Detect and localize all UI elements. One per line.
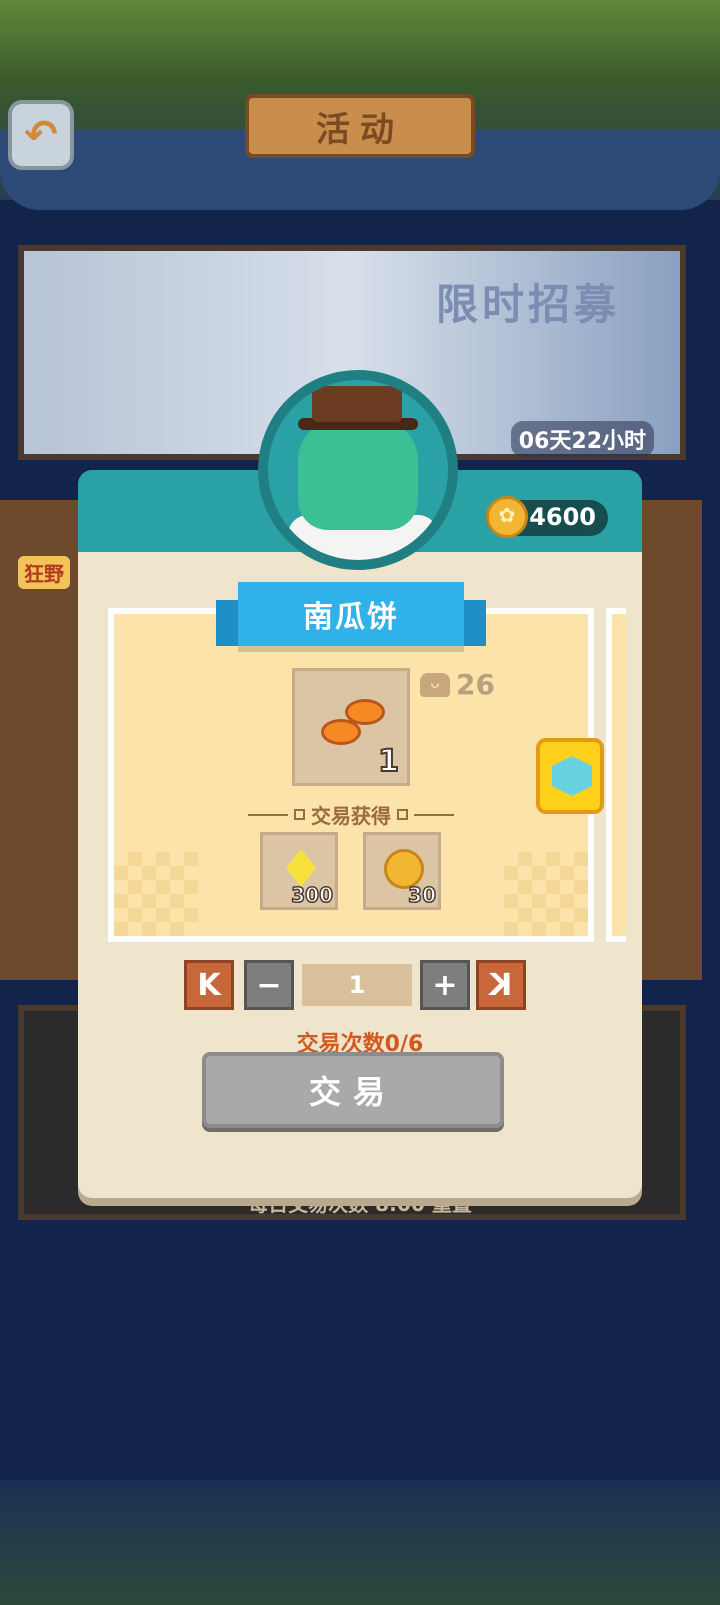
merchant-head: [298, 420, 418, 530]
diamond-icon: [286, 849, 316, 887]
side-tag: 狂野: [18, 556, 70, 589]
gold-coin-icon: [486, 496, 528, 538]
first-button[interactable]: K: [184, 960, 234, 1010]
minus-icon: −: [256, 967, 282, 1003]
skip-last-icon: K: [489, 967, 513, 1003]
item-name-ribbon: 南瓜饼: [216, 582, 486, 650]
stock-indicator: 26: [420, 668, 495, 701]
ground-scenery: [0, 1480, 720, 1605]
divider-square: [294, 809, 305, 820]
next-card-peek: [606, 608, 626, 942]
checker-pattern: [114, 852, 198, 936]
divider: [248, 813, 288, 816]
divider-square: [397, 809, 408, 820]
trade-button-label: 交易: [308, 1073, 397, 1111]
last-button[interactable]: K: [476, 960, 526, 1010]
ribbon-main: 南瓜饼: [238, 582, 464, 646]
banner-title: 限时招募: [435, 280, 620, 329]
page-title-plank: 活动: [245, 94, 475, 158]
coin-amount: 4600: [529, 503, 596, 531]
hat-icon: [312, 386, 402, 422]
divider: [414, 813, 454, 816]
gem-icon: [552, 756, 592, 796]
quantity-stepper: K − 1 + K: [184, 960, 526, 1010]
gain-label: 交易获得: [311, 804, 391, 828]
back-button[interactable]: ↶: [8, 100, 74, 170]
reward-count: 30: [407, 882, 436, 908]
item-count: 1: [377, 743, 400, 780]
checker-pattern: [504, 852, 588, 936]
trade-button[interactable]: 交易: [202, 1052, 504, 1128]
back-arrow-icon: ↶: [24, 112, 58, 158]
gain-label-row: 交易获得: [238, 800, 464, 829]
item-slot[interactable]: 1: [292, 668, 410, 786]
quantity-value: 1: [302, 964, 412, 1006]
item-name: 南瓜饼: [303, 600, 399, 635]
trade-dialog: 4600 南瓜饼 1 26 交易获得 300 30: [78, 370, 642, 1198]
minus-button[interactable]: −: [244, 960, 294, 1010]
reward-slot-diamond[interactable]: 300: [260, 832, 338, 910]
reward-slot-coin[interactable]: 30: [363, 832, 441, 910]
merchant-portrait: [258, 370, 458, 570]
plus-icon: +: [432, 967, 458, 1003]
pumpkin-cake-icon: [321, 719, 361, 745]
gem-shortcut-button[interactable]: [536, 738, 604, 814]
plus-button[interactable]: +: [420, 960, 470, 1010]
stock-count: 26: [456, 668, 495, 701]
coin-balance: 4600: [486, 496, 608, 538]
skip-first-icon: K: [197, 967, 221, 1003]
page-title: 活动: [316, 109, 404, 150]
banner-timer: 06天22小时: [510, 421, 654, 457]
bag-icon: [420, 672, 450, 697]
reward-count: 300: [291, 882, 334, 908]
